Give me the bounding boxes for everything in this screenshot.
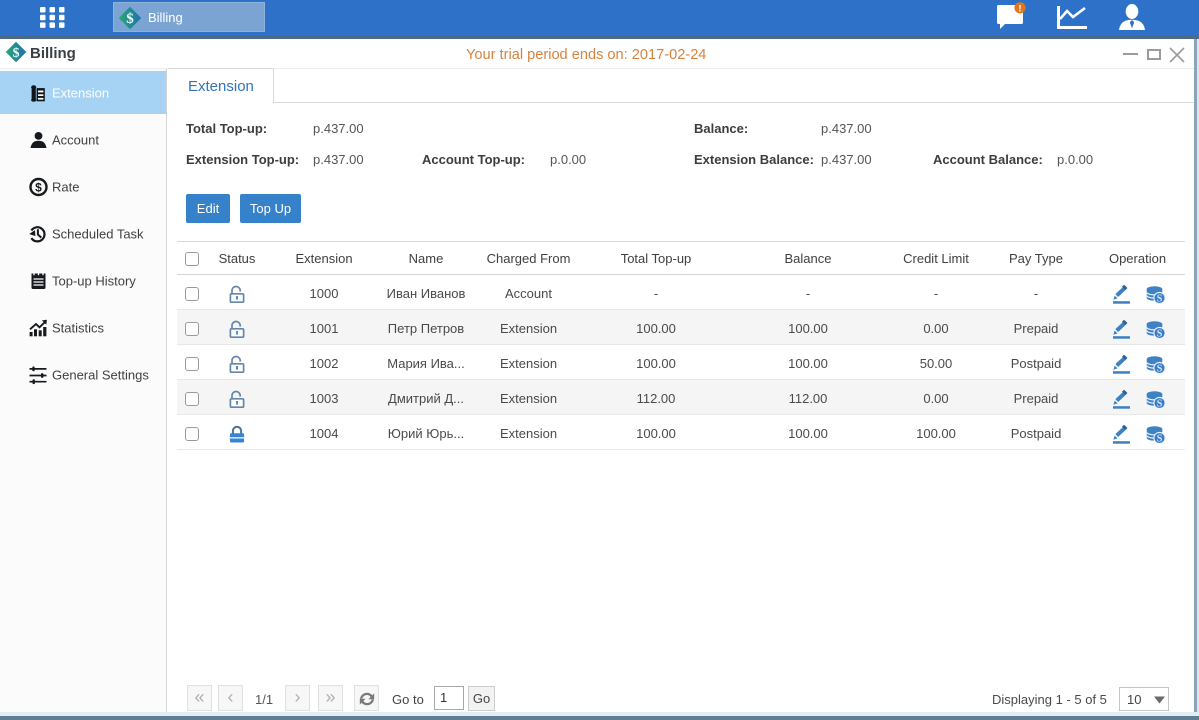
svg-text:S: S bbox=[1156, 364, 1162, 374]
svg-text:$: $ bbox=[35, 180, 42, 194]
svg-text:S: S bbox=[1156, 434, 1162, 444]
svg-text:!: ! bbox=[1018, 3, 1021, 14]
svg-text:$: $ bbox=[126, 11, 134, 27]
svg-text:S: S bbox=[1156, 294, 1162, 304]
svg-text:$: $ bbox=[13, 45, 20, 60]
svg-text:S: S bbox=[1156, 399, 1162, 409]
svg-text:S: S bbox=[1156, 329, 1162, 339]
